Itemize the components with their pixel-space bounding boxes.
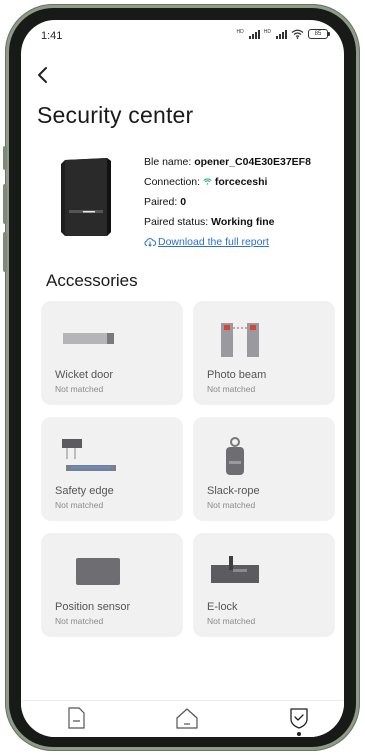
- paired-label: Paired:: [144, 196, 181, 208]
- device-info: Ble name: opener_C04E30E37EF8 Connection…: [144, 152, 311, 252]
- home-icon: [176, 708, 198, 729]
- shield-check-icon: [290, 708, 308, 729]
- chevron-left-icon: [38, 67, 47, 83]
- document-icon: [68, 707, 85, 729]
- volume-button: [3, 146, 7, 170]
- accessory-status: Not matched: [55, 616, 104, 626]
- cloud-download-icon: [144, 238, 156, 247]
- wifi-connected-icon: [203, 178, 212, 185]
- paired-status-value: Working fine: [211, 216, 275, 228]
- e-lock-icon: [211, 556, 259, 583]
- signal-label: HD: [236, 29, 244, 35]
- ble-name-label: Ble name:: [144, 156, 195, 168]
- battery-icon: 85: [308, 29, 330, 39]
- download-report-label: Download the full report: [158, 236, 269, 248]
- paired-status-row: Paired status: Working fine: [144, 212, 311, 232]
- accessory-status: Not matched: [207, 500, 256, 510]
- status-bar: 1:41 HD HD 85: [21, 20, 344, 54]
- signal-icon-2: [276, 29, 287, 39]
- accessory-name: Slack-rope: [207, 485, 260, 497]
- accessory-card-position-sensor[interactable]: Position sensor Not matched: [41, 533, 183, 637]
- slack-rope-icon: [226, 437, 244, 475]
- connection-label: Connection:: [144, 176, 203, 188]
- accessory-name: E-lock: [207, 601, 238, 613]
- accessory-name: Position sensor: [55, 601, 131, 613]
- ble-name-value: opener_C04E30E37EF8: [194, 156, 311, 168]
- accessory-status: Not matched: [207, 616, 256, 626]
- paired-row: Paired: 0: [144, 192, 311, 212]
- accessory-name: Photo beam: [207, 369, 267, 381]
- accessory-card-wicket-door[interactable]: Wicket door Not matched: [41, 301, 183, 405]
- position-sensor-icon: [76, 558, 120, 585]
- accessory-name: Safety edge: [55, 485, 114, 497]
- active-indicator-dot: [297, 732, 301, 736]
- wicket-door-icon: [63, 333, 114, 344]
- side-button: [3, 232, 7, 272]
- accessory-status: Not matched: [55, 500, 104, 510]
- connection-value: forceceshi: [214, 176, 268, 188]
- download-report-link[interactable]: Download the full report: [144, 232, 311, 252]
- ble-name-row: Ble name: opener_C04E30E37EF8: [144, 152, 311, 172]
- page-title: Security center: [37, 102, 194, 128]
- nav-item-documents[interactable]: [60, 705, 92, 735]
- accessory-card-slack-rope[interactable]: Slack-rope Not matched: [193, 417, 335, 521]
- back-button[interactable]: [33, 64, 55, 86]
- accessories-title: Accessories: [46, 271, 138, 290]
- accessory-card-photo-beam[interactable]: Photo beam Not matched: [193, 301, 335, 405]
- garage-opener-device-image: [61, 158, 111, 236]
- power-button: [3, 184, 7, 224]
- signal-label-2: HD: [263, 29, 271, 35]
- status-time: 1:41: [41, 30, 63, 42]
- nav-item-home[interactable]: [171, 705, 203, 735]
- accessory-card-e-lock[interactable]: E-lock Not matched: [193, 533, 335, 637]
- safety-edge-icon: [62, 439, 116, 471]
- accessory-card-safety-edge[interactable]: Safety edge Not matched: [41, 417, 183, 521]
- connection-row: Connection: forceceshi: [144, 172, 311, 192]
- photo-beam-icon: [221, 323, 259, 357]
- accessory-status: Not matched: [207, 384, 256, 394]
- status-icons: HD HD 85: [236, 29, 330, 39]
- app-screen: 1:41 HD HD 85 Security center Ble name: …: [21, 20, 344, 737]
- bottom-nav: [21, 700, 344, 737]
- paired-value: 0: [180, 196, 187, 208]
- nav-item-security[interactable]: [283, 705, 315, 736]
- signal-icon: [248, 29, 260, 39]
- accessory-name: Wicket door: [55, 369, 114, 381]
- accessory-status: Not matched: [55, 384, 104, 394]
- paired-status-label: Paired status:: [144, 216, 212, 228]
- wifi-icon: [291, 29, 304, 39]
